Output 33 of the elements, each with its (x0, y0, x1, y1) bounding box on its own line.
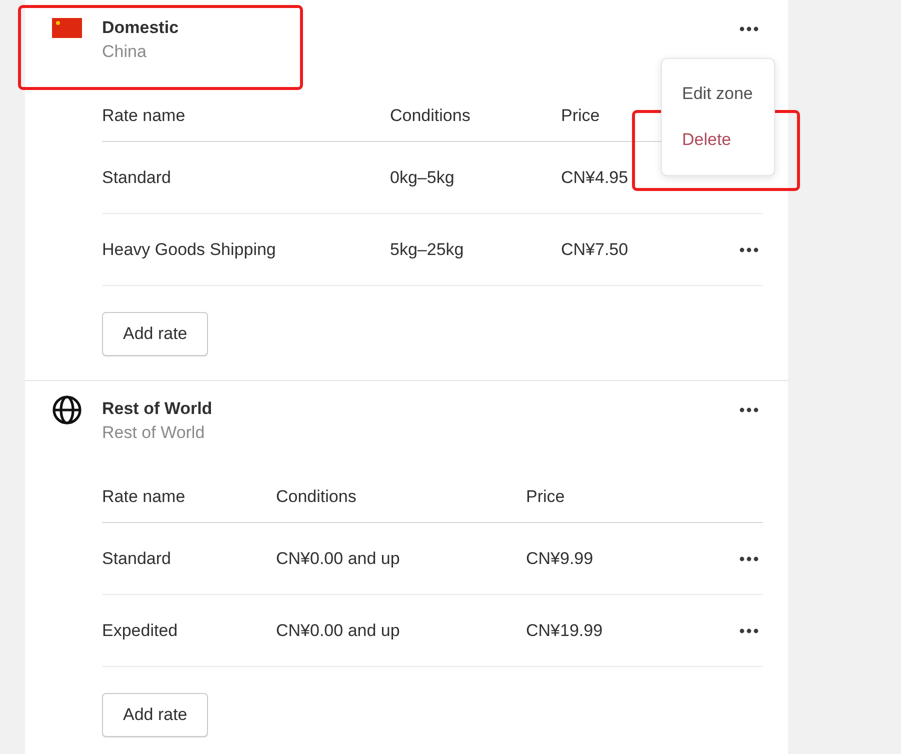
globe-icon (52, 395, 82, 425)
flag-icon (52, 18, 82, 38)
column-header: Rate name (102, 106, 186, 126)
more-icon (739, 246, 759, 252)
table-cell: 0kg–5kg (390, 168, 454, 188)
more-icon (739, 26, 759, 32)
add-rate-button[interactable]: Add rate (102, 693, 208, 737)
table-cell: Standard (102, 548, 171, 568)
table-cell: CN¥0.00 and up (276, 548, 400, 568)
table-cell: Standard (102, 168, 171, 188)
table-cell: Heavy Goods Shipping (102, 240, 276, 260)
add-rate-button[interactable]: Add rate (102, 312, 208, 356)
table-cell: Expedited (102, 620, 178, 640)
table-cell: CN¥0.00 and up (276, 620, 400, 640)
zone-region: China (102, 42, 146, 62)
menu-item[interactable]: Delete (662, 117, 774, 163)
table-cell: CN¥4.95 (561, 168, 628, 188)
more-icon (739, 556, 759, 562)
column-header: Conditions (276, 486, 356, 506)
more-icon (739, 407, 759, 413)
column-header: Price (526, 486, 565, 506)
zone-region: Rest of World (102, 423, 205, 443)
column-header: Price (561, 106, 600, 126)
zone-name: Domestic (102, 18, 179, 38)
column-header: Rate name (102, 486, 186, 506)
table-cell: CN¥9.99 (526, 548, 594, 568)
table-cell: CN¥19.99 (526, 620, 603, 640)
zone-name: Rest of World (102, 399, 212, 419)
menu-item[interactable]: Edit zone (662, 71, 774, 117)
column-header: Conditions (390, 106, 470, 126)
more-icon (739, 628, 759, 634)
table-cell: CN¥7.50 (561, 240, 628, 260)
table-cell: 5kg–25kg (390, 240, 464, 260)
